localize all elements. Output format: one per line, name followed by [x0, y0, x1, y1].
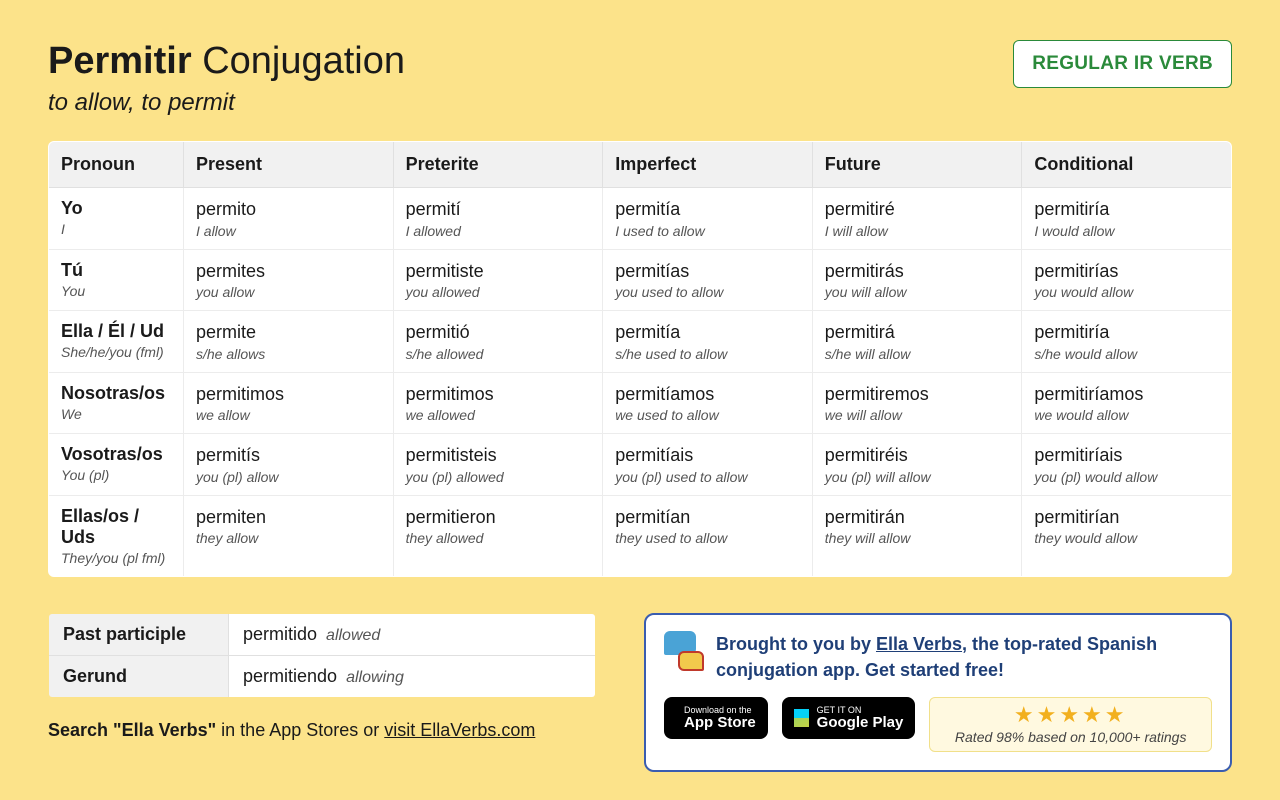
table-row: Vosotras/osYou (pl)permitísyou (pl) allo… — [49, 434, 1232, 496]
app-store-button[interactable]: Download on the App Store — [664, 697, 768, 739]
conjugation-cell: permitiós/he allowed — [393, 311, 603, 373]
google-play-icon — [794, 709, 809, 727]
pronoun-cell: Nosotras/osWe — [49, 372, 184, 434]
verb-name: Permitir — [48, 40, 192, 82]
star-icons: ★★★★★ — [938, 702, 1203, 728]
title-suffix: Conjugation — [202, 40, 405, 82]
search-instructions: Search "Ella Verbs" in the App Stores or… — [48, 720, 596, 741]
conjugation-cell: permitiríanthey would allow — [1022, 495, 1232, 576]
ella-verbs-link[interactable]: Ella Verbs — [876, 634, 962, 654]
promo-text: Brought to you by Ella Verbs, the top-ra… — [716, 631, 1212, 683]
column-header: Future — [812, 142, 1022, 188]
conjugation-cell: permitíasyou used to allow — [603, 249, 813, 311]
column-header: Present — [184, 142, 394, 188]
page-title: Permitir Conjugation — [48, 40, 405, 83]
conjugation-cell: permitiremoswe will allow — [812, 372, 1022, 434]
conjugation-cell: permitíanthey used to allow — [603, 495, 813, 576]
gerund-value: permitiendo allowing — [229, 655, 596, 697]
conjugation-cell: permitiríamoswe would allow — [1022, 372, 1232, 434]
pronoun-cell: Ellas/os / UdsThey/you (pl fml) — [49, 495, 184, 576]
pronoun-cell: YoI — [49, 188, 184, 250]
conjugation-cell: permitoI allow — [184, 188, 394, 250]
pronoun-cell: Ella / Él / UdShe/he/you (fml) — [49, 311, 184, 373]
app-logo-icon — [664, 631, 704, 671]
conjugation-cell: permitiréI will allow — [812, 188, 1022, 250]
column-header: Pronoun — [49, 142, 184, 188]
conjugation-cell: permitirásyou will allow — [812, 249, 1022, 311]
rating-box: ★★★★★ Rated 98% based on 10,000+ ratings — [929, 697, 1212, 752]
conjugation-cell: permitíaisyou (pl) used to allow — [603, 434, 813, 496]
gerund-label: Gerund — [49, 655, 229, 697]
conjugation-cell: permitirás/he will allow — [812, 311, 1022, 373]
conjugation-cell: permitirías/he would allow — [1022, 311, 1232, 373]
aux-forms-table: Past participle permitido allowed Gerund… — [48, 613, 596, 698]
conjugation-cell: permitiréisyou (pl) will allow — [812, 434, 1022, 496]
conjugation-cell: permitías/he used to allow — [603, 311, 813, 373]
conjugation-cell: permitesyou allow — [184, 249, 394, 311]
conjugation-cell: permitieronthey allowed — [393, 495, 603, 576]
conjugation-cell: permites/he allows — [184, 311, 394, 373]
google-play-button[interactable]: GET IT ON Google Play — [782, 697, 916, 739]
conjugation-cell: permitisteisyou (pl) allowed — [393, 434, 603, 496]
conjugation-cell: permitiríaI would allow — [1022, 188, 1232, 250]
table-row: Nosotras/osWepermitimoswe allowpermitimo… — [49, 372, 1232, 434]
conjugation-cell: permitimoswe allow — [184, 372, 394, 434]
conjugation-cell: permitenthey allow — [184, 495, 394, 576]
conjugation-cell: permitisteyou allowed — [393, 249, 603, 311]
pronoun-cell: Vosotras/osYou (pl) — [49, 434, 184, 496]
table-row: YoIpermitoI allowpermitíI allowedpermití… — [49, 188, 1232, 250]
conjugation-cell: permitíaI used to allow — [603, 188, 813, 250]
conjugation-cell: permitimoswe allowed — [393, 372, 603, 434]
conjugation-cell: permitiríaisyou (pl) would allow — [1022, 434, 1232, 496]
promo-box: Brought to you by Ella Verbs, the top-ra… — [644, 613, 1232, 772]
conjugation-cell: permitiránthey will allow — [812, 495, 1022, 576]
conjugation-cell: permitíamoswe used to allow — [603, 372, 813, 434]
table-row: TúYoupermitesyou allowpermitisteyou allo… — [49, 249, 1232, 311]
ellaverbs-site-link[interactable]: visit EllaVerbs.com — [384, 720, 535, 740]
verb-type-badge: REGULAR IR VERB — [1013, 40, 1232, 88]
header-block: Permitir Conjugation to allow, to permit — [48, 40, 405, 117]
conjugation-cell: permitíI allowed — [393, 188, 603, 250]
conjugation-cell: permitísyou (pl) allow — [184, 434, 394, 496]
column-header: Conditional — [1022, 142, 1232, 188]
verb-translation: to allow, to permit — [48, 89, 405, 117]
rating-text: Rated 98% based on 10,000+ ratings — [938, 729, 1203, 745]
column-header: Imperfect — [603, 142, 813, 188]
conjugation-cell: permitiríasyou would allow — [1022, 249, 1232, 311]
past-participle-value: permitido allowed — [229, 613, 596, 655]
conjugation-table: PronounPresentPreteriteImperfectFutureCo… — [48, 141, 1232, 577]
past-participle-label: Past participle — [49, 613, 229, 655]
pronoun-cell: TúYou — [49, 249, 184, 311]
column-header: Preterite — [393, 142, 603, 188]
table-row: Ella / Él / UdShe/he/you (fml)permites/h… — [49, 311, 1232, 373]
table-row: Ellas/os / UdsThey/you (pl fml)permitent… — [49, 495, 1232, 576]
